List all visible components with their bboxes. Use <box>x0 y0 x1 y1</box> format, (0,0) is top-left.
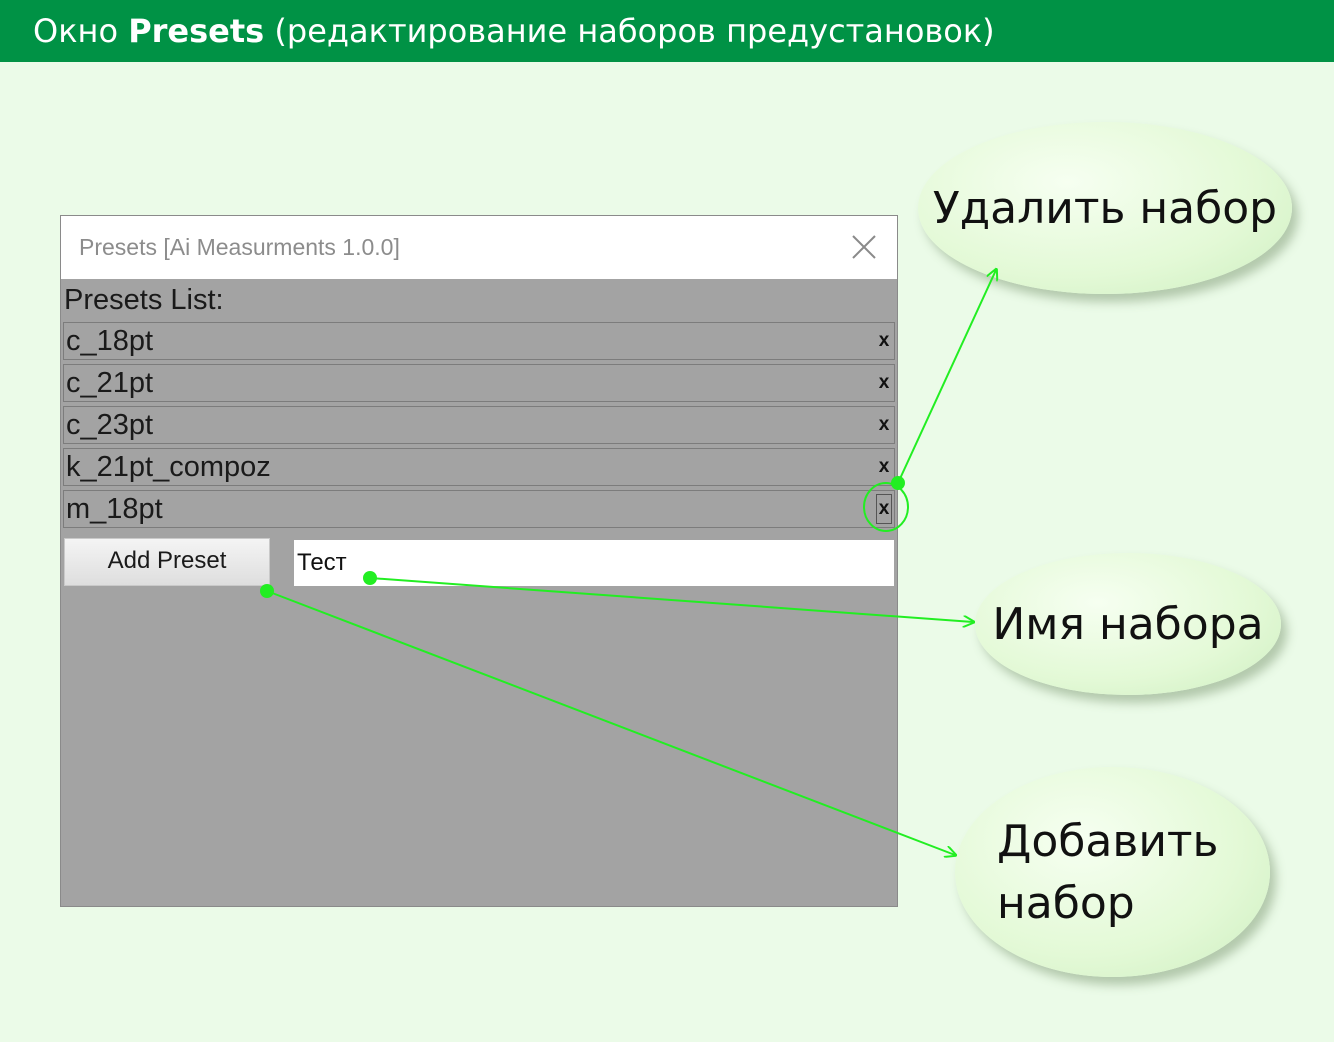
callout-add-set: Добавить набор <box>955 767 1270 977</box>
header-bold-word: Presets <box>128 12 265 50</box>
presets-list: c_18pt x c_21pt x c_23pt x k_21pt_compoz… <box>63 322 895 532</box>
page-header: Окно Presets (редактирование наборов пре… <box>0 0 1334 62</box>
callout-delete-set-text: Удалить набор <box>932 182 1278 234</box>
close-icon[interactable] <box>849 232 879 262</box>
preset-name: c_18pt <box>66 325 154 357</box>
add-preset-button[interactable]: Add Preset <box>64 538 270 586</box>
preset-name: k_21pt_compoz <box>66 451 271 483</box>
preset-name-input[interactable] <box>294 540 894 586</box>
delete-preset-button[interactable]: x <box>877 369 891 397</box>
preset-row[interactable]: c_21pt x <box>63 364 895 402</box>
preset-row[interactable]: k_21pt_compoz x <box>63 448 895 486</box>
presets-list-label: Presets List: <box>64 284 224 316</box>
preset-name: m_18pt <box>66 493 163 525</box>
presets-dialog: Presets [Ai Measurments 1.0.0] Presets L… <box>60 215 898 907</box>
preset-row[interactable]: m_18pt x <box>63 490 895 528</box>
preset-row[interactable]: c_18pt x <box>63 322 895 360</box>
delete-preset-button[interactable]: x <box>877 453 891 481</box>
header-prefix: Окно <box>33 12 129 50</box>
delete-preset-button[interactable]: x <box>876 494 892 524</box>
callout-set-name-text: Имя набора <box>992 598 1264 650</box>
header-suffix: (редактирование наборов предустановок) <box>264 12 995 50</box>
preset-name: c_21pt <box>66 367 154 399</box>
dialog-title: Presets [Ai Measurments 1.0.0] <box>79 234 400 260</box>
preset-row[interactable]: c_23pt x <box>63 406 895 444</box>
callout-add-set-line1: Добавить <box>997 816 1219 867</box>
preset-name: c_23pt <box>66 409 154 441</box>
delete-preset-button[interactable]: x <box>877 411 891 439</box>
close-icon-glyph <box>852 235 876 259</box>
callout-set-name: Имя набора <box>975 553 1281 695</box>
callout-add-set-line2: набор <box>997 878 1135 929</box>
arrow-to-delete-callout <box>897 270 996 484</box>
dialog-titlebar: Presets [Ai Measurments 1.0.0] <box>61 216 897 279</box>
delete-preset-button[interactable]: x <box>877 327 891 355</box>
callout-delete-set: Удалить набор <box>918 122 1292 294</box>
